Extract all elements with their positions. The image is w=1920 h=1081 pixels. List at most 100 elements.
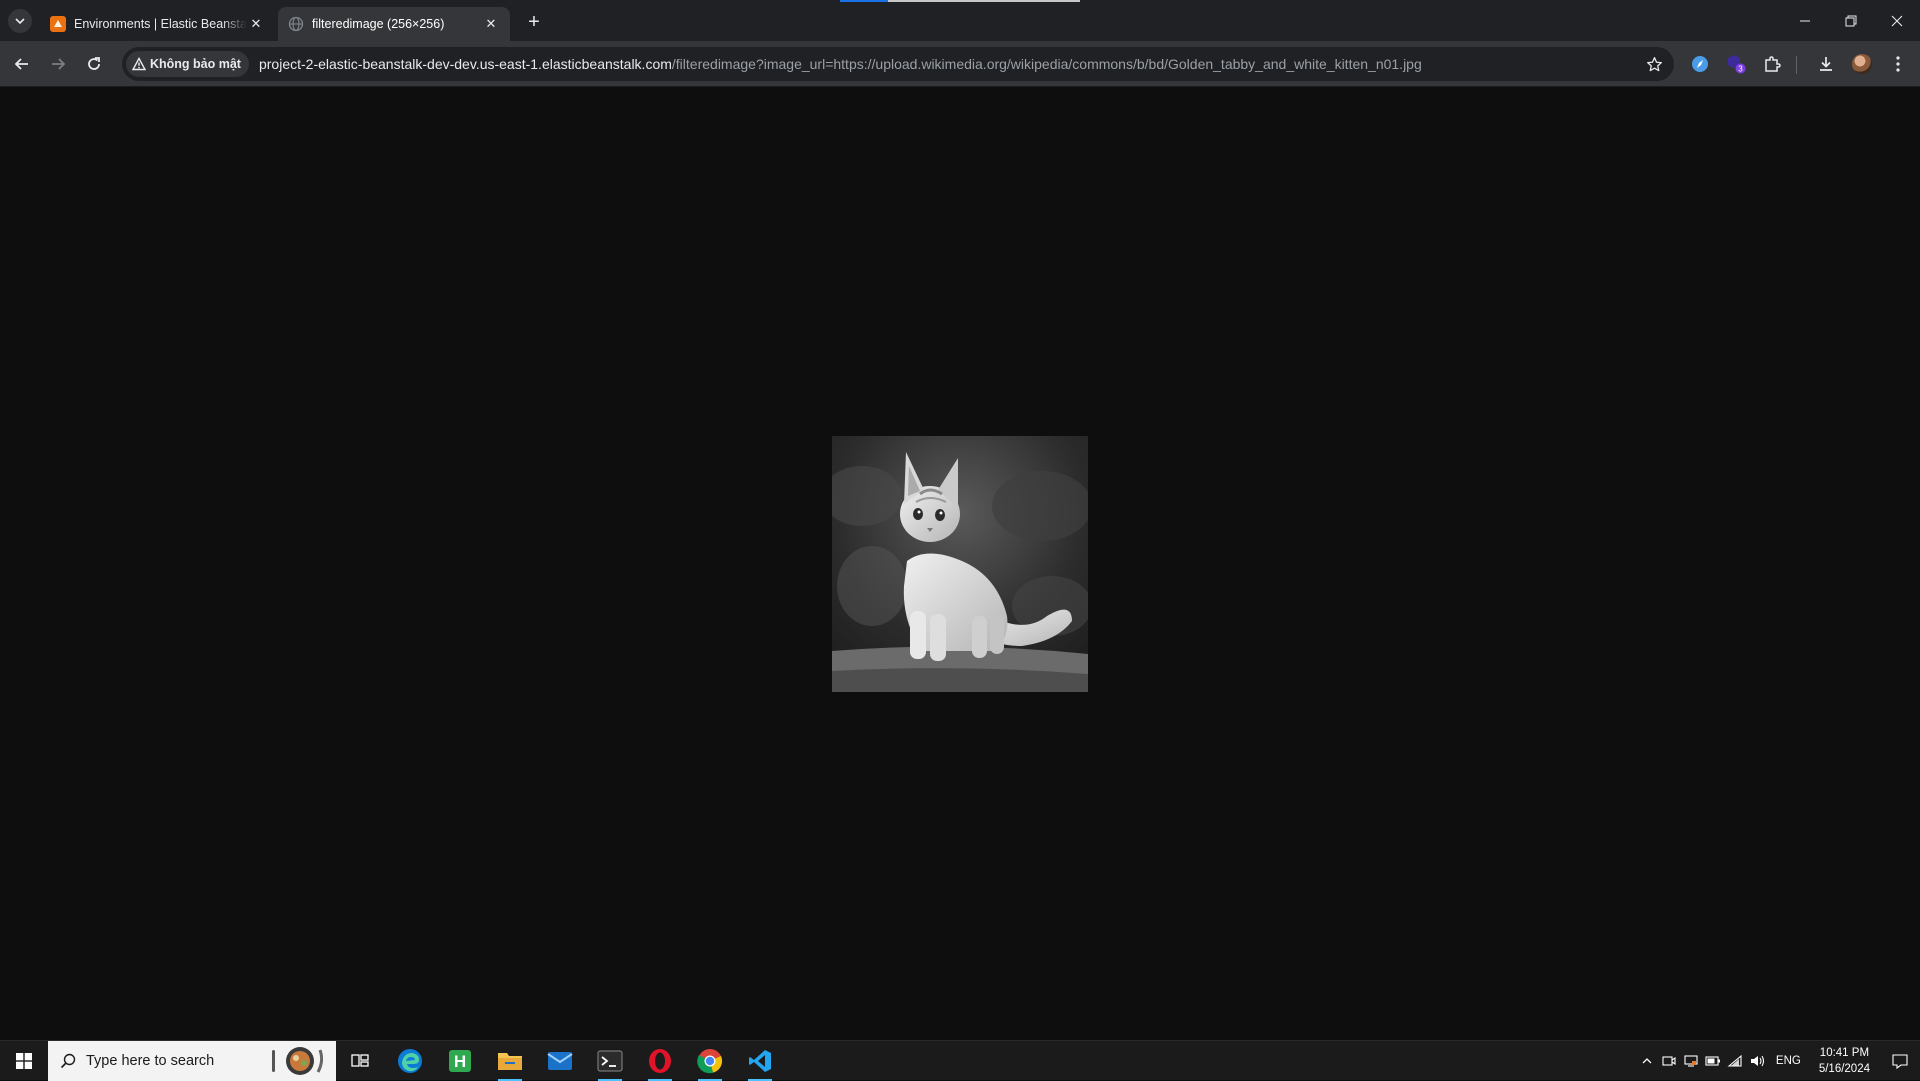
tab-title: Environments | Elastic Beanstalk xyxy=(74,17,247,31)
taskbar-app-chrome[interactable] xyxy=(686,1041,734,1081)
security-label: Không bảo mật xyxy=(150,57,241,71)
tab-strip: Environments | Elastic Beanstalk ✕ filte… xyxy=(0,0,1920,41)
downloads-button[interactable] xyxy=(1812,50,1840,78)
taskbar-app-edge[interactable] xyxy=(386,1041,434,1081)
edge-icon xyxy=(398,1049,422,1073)
minimize-button[interactable] xyxy=(1782,0,1828,41)
extensions-menu-button[interactable] xyxy=(1758,50,1786,78)
window-controls xyxy=(1782,0,1920,41)
extension-compass-button[interactable] xyxy=(1686,50,1714,78)
progress-indicator xyxy=(840,0,888,2)
windows-taskbar: Type here to search H ENG 10:41 PM 5/16/… xyxy=(0,1040,1920,1081)
restore-icon xyxy=(1845,15,1857,26)
taskbar-app-file-explorer[interactable] xyxy=(486,1041,534,1081)
wifi-icon xyxy=(1727,1054,1742,1067)
system-tray: ENG 10:41 PM 5/16/2024 xyxy=(1636,1041,1920,1081)
clock[interactable]: 10:41 PM 5/16/2024 xyxy=(1809,1045,1880,1077)
opera-icon xyxy=(649,1049,671,1073)
search-highlight-icon xyxy=(272,1047,324,1075)
speaker-icon xyxy=(1750,1055,1764,1067)
search-icon xyxy=(60,1053,76,1069)
taskbar-app-vscode[interactable] xyxy=(736,1041,784,1081)
close-tab-icon[interactable]: ✕ xyxy=(247,15,265,33)
close-window-button[interactable] xyxy=(1874,0,1920,41)
close-tab-icon[interactable]: ✕ xyxy=(482,15,500,33)
close-icon xyxy=(1891,15,1903,26)
download-icon xyxy=(1820,57,1832,71)
battery-button[interactable] xyxy=(1702,1041,1724,1081)
avatar xyxy=(1852,54,1872,74)
plus-icon: + xyxy=(528,10,540,33)
tray-app-button[interactable] xyxy=(1680,1041,1702,1081)
minimize-icon xyxy=(1800,20,1810,21)
address-bar[interactable]: Không bảo mật project-2-elastic-beanstal… xyxy=(122,47,1674,81)
reload-icon xyxy=(88,57,100,70)
terminal-icon xyxy=(597,1050,623,1072)
notification-center-button[interactable] xyxy=(1880,1041,1920,1081)
restore-button[interactable] xyxy=(1828,0,1874,41)
chrome-icon xyxy=(697,1049,723,1074)
progress-indicator-track xyxy=(888,0,1080,2)
show-hidden-icons-button[interactable] xyxy=(1636,1041,1658,1081)
browser-toolbar: Không bảo mật project-2-elastic-beanstal… xyxy=(0,41,1920,87)
mail-icon xyxy=(547,1052,573,1070)
menu-button[interactable] xyxy=(1884,50,1912,78)
file-explorer-icon xyxy=(498,1053,522,1070)
warning-triangle-icon xyxy=(132,57,146,71)
profile-button[interactable] xyxy=(1848,50,1876,78)
clock-date: 5/16/2024 xyxy=(1818,1063,1870,1075)
search-placeholder: Type here to search xyxy=(86,1053,215,1069)
reload-button[interactable] xyxy=(80,50,108,78)
clock-time: 10:41 PM xyxy=(1819,1047,1870,1059)
new-tab-button[interactable]: + xyxy=(520,8,548,36)
forward-button[interactable] xyxy=(44,50,72,78)
globe-icon xyxy=(288,16,304,32)
tab-filteredimage[interactable]: filteredimage (256×256) ✕ xyxy=(278,7,510,41)
taskbar-search-input[interactable]: Type here to search xyxy=(48,1041,336,1081)
tab-title: filteredimage (256×256) xyxy=(312,17,445,31)
url-text[interactable]: project-2-elastic-beanstalk-dev-dev.us-e… xyxy=(259,56,1422,72)
kebab-menu-icon xyxy=(1896,56,1900,72)
url-host: project-2-elastic-beanstalk-dev-dev.us-e… xyxy=(258,56,672,72)
kitten-photo xyxy=(832,436,1088,692)
taskbar-app-h[interactable]: H xyxy=(436,1041,484,1081)
language-indicator[interactable]: ENG xyxy=(1768,1055,1809,1067)
back-arrow-icon xyxy=(14,58,28,70)
display-icon xyxy=(1684,1055,1698,1067)
extension-badge-count: 3 xyxy=(1738,65,1743,74)
compass-extension-icon xyxy=(1692,56,1708,72)
h-app-icon: H xyxy=(449,1050,471,1072)
back-button[interactable] xyxy=(8,50,36,78)
tab-environments[interactable]: Environments | Elastic Beanstalk ✕ xyxy=(40,7,275,41)
url-path: /filteredimage?image_url=https://upload.… xyxy=(671,56,1422,72)
toolbar-separator xyxy=(1796,56,1797,74)
forward-arrow-icon xyxy=(52,58,66,70)
vscode-icon xyxy=(749,1050,771,1072)
chevron-down-icon xyxy=(15,18,25,25)
security-chip[interactable]: Không bảo mật xyxy=(126,51,249,77)
volume-button[interactable] xyxy=(1746,1041,1768,1081)
windows-logo-icon xyxy=(16,1053,32,1069)
task-view-icon xyxy=(351,1054,369,1067)
filtered-image xyxy=(832,436,1088,692)
battery-icon xyxy=(1705,1056,1720,1066)
notification-icon xyxy=(1892,1054,1908,1069)
page-viewport xyxy=(0,87,1920,1040)
task-view-button[interactable] xyxy=(336,1041,384,1081)
chevron-up-icon xyxy=(1642,1058,1652,1064)
start-button[interactable] xyxy=(0,1041,48,1081)
hexagon-extension-icon: 3 xyxy=(1728,55,1746,74)
taskbar-app-mail[interactable] xyxy=(536,1041,584,1081)
extension-badge-button[interactable]: 3 xyxy=(1722,50,1750,78)
tab-search-button[interactable] xyxy=(8,9,32,33)
aws-beanstalk-icon xyxy=(50,16,66,32)
svg-text:H: H xyxy=(454,1052,466,1071)
taskbar-app-terminal[interactable] xyxy=(586,1041,634,1081)
tray-app-button[interactable] xyxy=(1658,1041,1680,1081)
taskbar-app-opera[interactable] xyxy=(636,1041,684,1081)
network-button[interactable] xyxy=(1724,1041,1746,1081)
meet-now-icon xyxy=(1662,1056,1676,1066)
star-icon xyxy=(1646,56,1662,71)
bookmark-star-button[interactable] xyxy=(1644,54,1664,74)
puzzle-icon xyxy=(1765,56,1781,72)
